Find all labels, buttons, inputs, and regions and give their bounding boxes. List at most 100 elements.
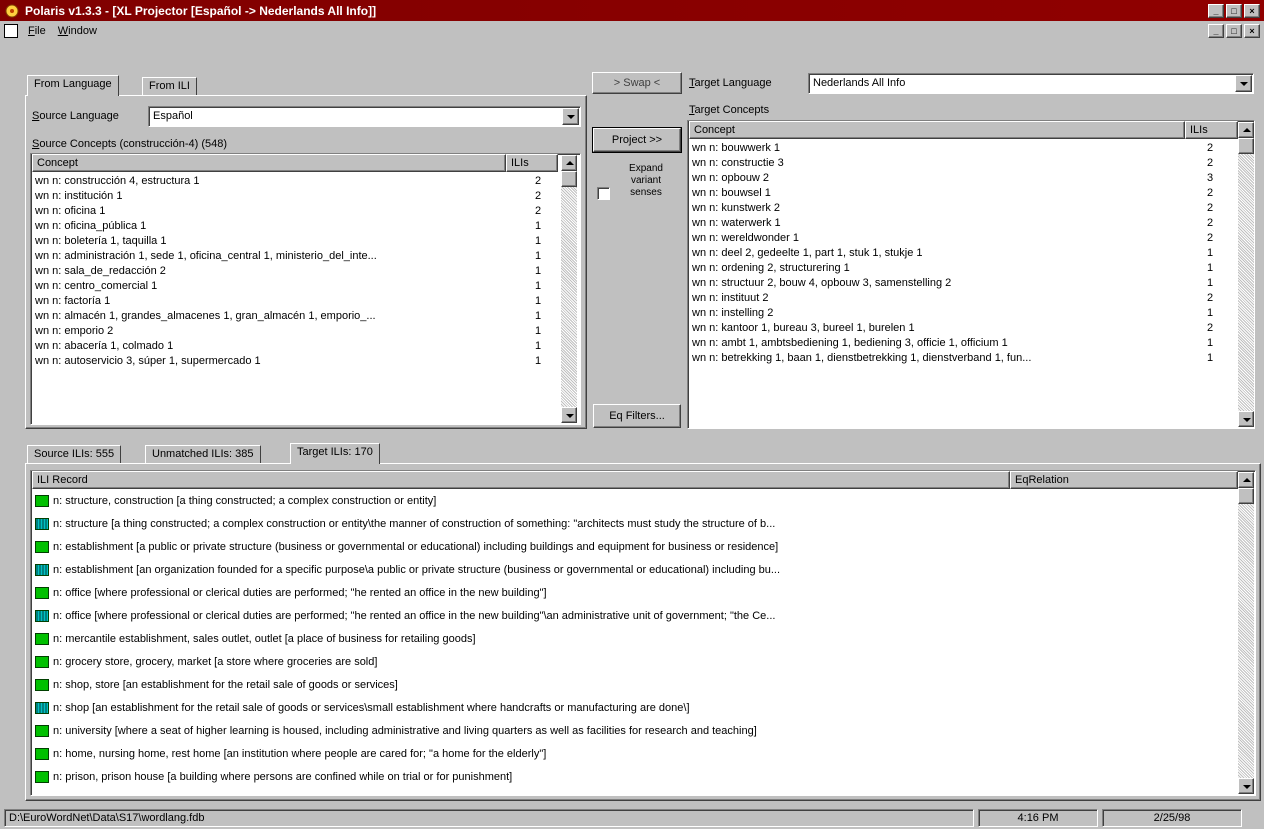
ili-col-record[interactable]: ILI Record [32,471,1010,489]
ili-count: 1 [1206,307,1214,319]
list-item[interactable]: wn n: waterwerk 1 [692,216,1191,231]
table-row[interactable]: n: structure [a thing constructed; a com… [35,514,1230,534]
list-item[interactable]: wn n: opbouw 2 [692,171,1191,186]
list-item[interactable]: wn n: construcción 4, estructura 1 [35,174,519,189]
target-language-select[interactable]: Nederlands All Info [808,73,1254,94]
eq-filters-button[interactable]: Eq Filters... [593,404,681,428]
scroll-down-icon[interactable] [561,407,577,423]
list-item[interactable]: wn n: structuur 2, bouw 4, opbouw 3, sam… [692,276,1191,291]
child-minimize-button[interactable]: _ [1208,23,1224,38]
tab-unmatched-ilis[interactable]: Unmatched ILIs: 385 [145,445,261,464]
ili-count: 2 [1206,187,1214,199]
table-row[interactable]: n: shop [an establishment for the retail… [35,698,1230,718]
green-record-icon [35,748,49,761]
scroll-down-icon[interactable] [1238,778,1254,794]
list-item[interactable]: wn n: ordening 2, structurering 1 [692,261,1191,276]
list-item[interactable]: wn n: kunstwerk 2 [692,201,1191,216]
table-row[interactable]: n: prison, prison house [a building wher… [35,767,1230,787]
list-item[interactable]: wn n: abacería 1, colmado 1 [35,339,519,354]
ili-record-text: n: home, nursing home, rest home [an ins… [53,748,547,760]
list-item[interactable]: wn n: administración 1, sede 1, oficina_… [35,249,519,264]
table-row[interactable]: n: structure, construction [a thing cons… [35,491,1230,511]
menu-file[interactable]: File [22,25,52,37]
scroll-up-icon[interactable] [1238,122,1254,138]
list-item[interactable]: wn n: boletería 1, taquilla 1 [35,234,519,249]
tab-target-ilis[interactable]: Target ILIs: 170 [290,443,380,464]
list-item[interactable]: wn n: constructie 3 [692,156,1191,171]
chevron-down-icon[interactable] [1235,75,1252,92]
list-item[interactable]: wn n: instelling 2 [692,306,1191,321]
table-row[interactable]: n: office [where professional or clerica… [35,583,1230,603]
title-bar[interactable]: Polaris v1.3.3 - [XL Projector [Español … [0,0,1264,21]
target-scrollbar[interactable] [1238,122,1254,427]
list-item[interactable]: wn n: betrekking 1, baan 1, dienstbetrek… [692,351,1191,366]
source-language-select[interactable]: Español [148,106,581,127]
expand-variant-checkbox[interactable] [597,187,610,200]
ili-scrollbar[interactable] [1238,472,1254,794]
source-language-label: Source Language [32,110,119,122]
list-item[interactable]: wn n: centro_comercial 1 [35,279,519,294]
green-record-icon [35,679,49,692]
table-row[interactable]: n: establishment [an organization founde… [35,560,1230,580]
ili-count: 1 [1206,277,1214,289]
scroll-up-icon[interactable] [1238,472,1254,488]
list-item[interactable]: wn n: bouwsel 1 [692,186,1191,201]
ili-count: 3 [1206,172,1214,184]
source-col-ilis[interactable]: ILIs [506,154,558,172]
target-concepts-list[interactable]: Concept ILIs wn n: bouwwerk 1 2 wn n: cons… [687,120,1255,429]
source-col-concept[interactable]: Concept [32,154,506,172]
close-button[interactable]: × [1244,3,1260,18]
green-record-icon [35,495,49,508]
scroll-thumb[interactable] [1238,138,1254,154]
child-close-button[interactable]: × [1244,23,1260,38]
table-row[interactable]: n: grocery store, grocery, market [a sto… [35,652,1230,672]
target-col-ilis[interactable]: ILIs [1185,121,1238,139]
target-col-concept[interactable]: Concept [689,121,1185,139]
source-concepts-list[interactable]: Concept ILIs wn n: construcción 4, estru… [30,153,581,425]
table-row[interactable]: n: shop, store [an establishment for the… [35,675,1230,695]
table-row[interactable]: n: establishment [a public or private st… [35,537,1230,557]
table-row[interactable]: n: mercantile establishment, sales outle… [35,629,1230,649]
list-item[interactable]: wn n: autoservicio 3, súper 1, supermerc… [35,354,519,369]
list-item[interactable]: wn n: deel 2, gedeelte 1, part 1, stuk 1… [692,246,1191,261]
tab-source-ilis[interactable]: Source ILIs: 555 [27,445,122,464]
list-item[interactable]: wn n: sala_de_redacción 2 [35,264,519,279]
list-item[interactable]: wn n: oficina_pública 1 [35,219,519,234]
green-record-icon [35,771,49,784]
scroll-up-icon[interactable] [561,155,577,171]
table-row[interactable]: n: office [where professional or clerica… [35,606,1230,626]
list-item[interactable]: wn n: oficina 1 [35,204,519,219]
menu-window[interactable]: Window [52,25,103,37]
green-record-icon [35,656,49,669]
tab-from-language[interactable]: From Language [27,75,119,96]
scroll-thumb[interactable] [1238,488,1254,504]
table-row[interactable]: n: university [where a seat of higher le… [35,721,1230,741]
ili-count: 2 [1206,322,1214,334]
status-date: 2/25/98 [1102,809,1242,827]
list-item[interactable]: wn n: factoría 1 [35,294,519,309]
chevron-down-icon[interactable] [562,108,579,125]
swap-button[interactable]: > Swap < [592,72,682,94]
table-row[interactable]: n: home, nursing home, rest home [an ins… [35,744,1230,764]
ili-record-text: n: office [where professional or clerica… [53,610,776,622]
project-button[interactable]: Project >> [592,127,682,153]
minimize-button[interactable]: _ [1208,3,1224,18]
list-item[interactable]: wn n: instituut 2 [692,291,1191,306]
list-item[interactable]: wn n: almacén 1, grandes_almacenes 1, gr… [35,309,519,324]
source-scrollbar[interactable] [561,155,577,423]
tab-from-ili[interactable]: From ILI [142,77,197,96]
list-item[interactable]: wn n: bouwwerk 1 [692,141,1191,156]
list-item[interactable]: wn n: ambt 1, ambtsbediening 1, bedienin… [692,336,1191,351]
ili-count: 2 [534,205,542,217]
maximize-button[interactable]: □ [1226,3,1242,18]
list-item[interactable]: wn n: institución 1 [35,189,519,204]
ili-col-relation[interactable]: EqRelation [1010,471,1238,489]
ili-records-list[interactable]: ILI Record EqRelation n: structure, cons… [30,470,1256,796]
child-restore-button[interactable]: □ [1226,23,1242,38]
scroll-thumb[interactable] [561,171,577,187]
list-item[interactable]: wn n: wereldwonder 1 [692,231,1191,246]
ili-count: 1 [534,295,542,307]
scroll-down-icon[interactable] [1238,411,1254,427]
list-item[interactable]: wn n: kantoor 1, bureau 3, bureel 1, bur… [692,321,1191,336]
list-item[interactable]: wn n: emporio 2 [35,324,519,339]
